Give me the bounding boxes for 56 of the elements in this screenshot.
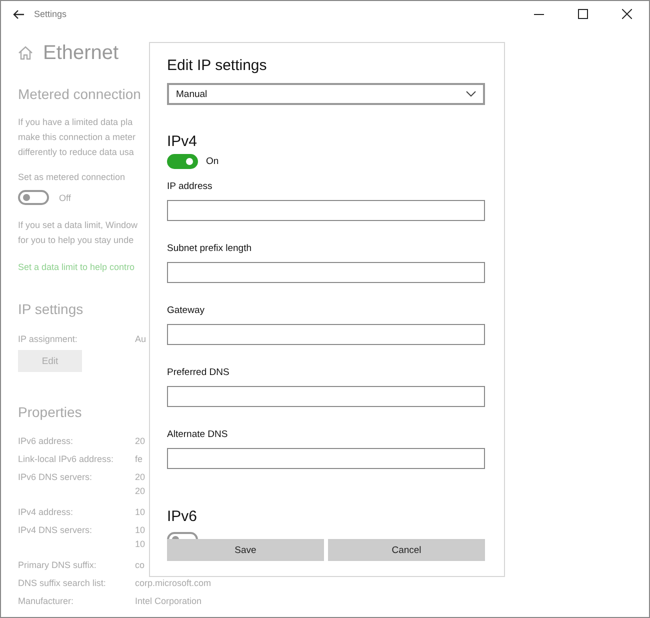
- property-value: 10: [135, 524, 146, 537]
- section-heading: IPv6: [167, 508, 198, 526]
- field-label: Gateway: [167, 305, 206, 317]
- input-field[interactable]: [167, 324, 485, 345]
- section-heading: IPv4: [167, 133, 198, 151]
- property-value: 20: [135, 435, 146, 448]
- property-label: IP assignment:: [18, 333, 78, 346]
- field-label: Subnet prefix length: [167, 243, 253, 255]
- section-heading: IP settings: [18, 300, 84, 318]
- field-label: Preferred DNS: [167, 367, 230, 379]
- home-icon[interactable]: [18, 46, 33, 60]
- description-text: for you to help you stay unde: [18, 234, 134, 247]
- description-text: make this connection a meter: [18, 131, 136, 144]
- property-value: 10: [135, 506, 146, 519]
- input-field[interactable]: [167, 386, 485, 407]
- field-label: Alternate DNS: [167, 429, 229, 441]
- mode-dropdown[interactable]: Manual: [167, 83, 485, 105]
- page-title: Ethernet: [43, 41, 119, 65]
- description-text: If you set a data limit, Window: [18, 219, 138, 232]
- property-value: corp.microsoft.com: [135, 577, 212, 590]
- field-label: IP address: [167, 181, 214, 193]
- toggle-switch[interactable]: [18, 190, 49, 205]
- section-heading: Metered connection: [18, 85, 141, 103]
- property-label: IPv6 DNS servers:: [18, 471, 94, 484]
- property-value: 10: [135, 538, 146, 551]
- cancel-button[interactable]: Cancel: [328, 539, 485, 561]
- property-value: co: [135, 559, 145, 572]
- chevron-down-icon: [466, 91, 476, 97]
- close-icon[interactable]: [622, 9, 632, 19]
- property-value: Au: [135, 333, 146, 346]
- toggle-state: Off: [59, 192, 71, 202]
- property-label: IPv4 address:: [18, 506, 74, 519]
- property-value: fe: [135, 453, 143, 466]
- save-button[interactable]: Save: [167, 539, 324, 561]
- property-label: IPv6 address:: [18, 435, 74, 448]
- property-label: IPv4 DNS servers:: [18, 524, 94, 537]
- description-text: differently to reduce data usa: [18, 146, 134, 159]
- section-heading: Properties: [18, 403, 82, 421]
- property-value: 20: [135, 485, 146, 498]
- maximize-icon[interactable]: [578, 9, 588, 19]
- property-value: 20: [135, 471, 146, 484]
- back-icon[interactable]: [13, 10, 24, 18]
- input-field[interactable]: [167, 200, 485, 221]
- property-label: Manufacturer:: [18, 595, 75, 608]
- property-label: DNS suffix search list:: [18, 577, 107, 590]
- property-value: Intel Corporation: [135, 595, 202, 608]
- toggle-state: On: [206, 156, 219, 167]
- setting-label: Set as metered connection: [18, 171, 126, 184]
- dialog-title: Edit IP settings: [167, 57, 268, 75]
- toggle-switch[interactable]: [167, 154, 198, 169]
- property-label: Link-local IPv6 address:: [18, 453, 115, 466]
- input-field[interactable]: [167, 448, 485, 469]
- input-field[interactable]: [167, 262, 485, 283]
- description-text: If you have a limited data pla: [18, 116, 133, 129]
- property-label: Primary DNS suffix:: [18, 559, 98, 572]
- window-title: Settings: [34, 9, 68, 19]
